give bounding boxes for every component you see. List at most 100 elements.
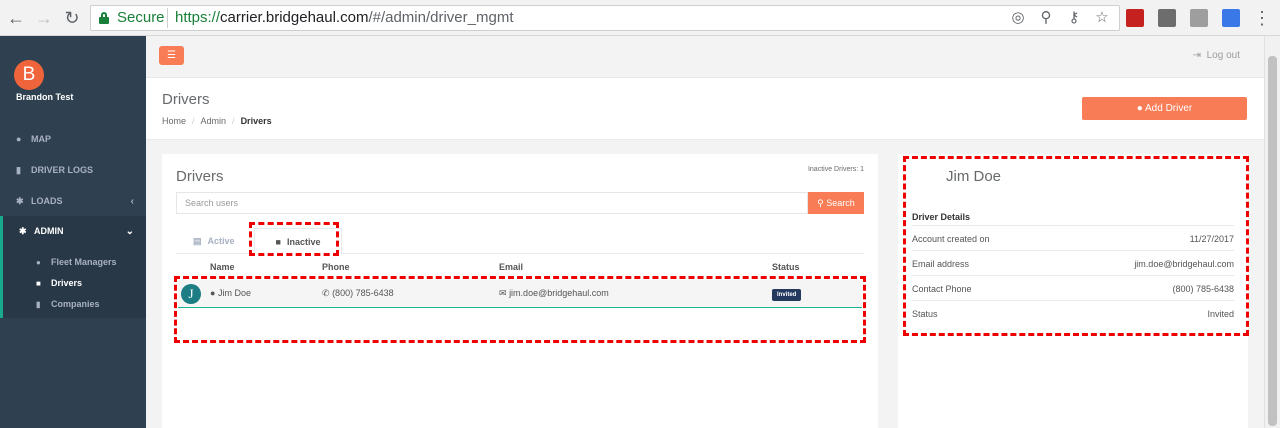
extension-icon[interactable] — [1222, 9, 1240, 27]
sidebar-item-driver-logs[interactable]: ▮ DRIVER LOGS — [0, 155, 146, 185]
sidebar-item-loads[interactable]: ✱ LOADS ‹ — [0, 186, 146, 216]
url-text[interactable]: https://carrier.bridgehaul.com/#/admin/d… — [175, 9, 514, 26]
drivers-panel-title: Drivers — [176, 168, 224, 185]
id-card-icon: ▤ — [193, 235, 202, 246]
sidebar-item-label: Drivers — [51, 278, 83, 288]
detail-row-phone: Contact Phone (800) 785-6438 — [912, 275, 1234, 300]
sidebar-item-label: LOADS — [31, 196, 63, 206]
detail-value: 11/27/2017 — [1189, 234, 1234, 244]
driver-phone: (800) 785-6438 — [332, 288, 394, 298]
id-card-icon: ■ — [36, 278, 41, 288]
column-header-email: Email — [499, 262, 524, 272]
reload-icon[interactable]: ↻ — [62, 8, 82, 28]
sidebar-item-drivers[interactable]: ■ Drivers — [36, 278, 82, 288]
avatar: J — [181, 284, 201, 304]
tab-label: Active — [207, 236, 235, 246]
key-icon[interactable]: ⚷ — [1065, 9, 1083, 27]
url-path: /#/admin/driver_mgmt — [368, 9, 514, 26]
breadcrumb-home[interactable]: Home — [162, 116, 186, 126]
detail-row-status: Status Invited — [912, 300, 1234, 325]
scroll-thumb[interactable] — [1268, 56, 1277, 426]
avatar[interactable]: B — [14, 60, 44, 90]
extension-icon[interactable] — [1158, 9, 1176, 27]
divider — [167, 8, 168, 28]
sidebar-item-fleet-managers[interactable]: ● Fleet Managers — [36, 257, 117, 267]
search-button-label: Search — [826, 198, 855, 208]
menu-icon[interactable]: ⋮ — [1252, 8, 1272, 28]
logout-link[interactable]: ⇥ Log out — [1193, 50, 1240, 61]
search-button[interactable]: ⚲ Search — [808, 192, 864, 214]
phone-icon: ✆ — [322, 288, 330, 298]
driver-phone-cell: ✆ (800) 785-6438 — [322, 288, 394, 299]
breadcrumb-separator: / — [232, 116, 235, 126]
driver-detail-name: Jim Doe — [946, 168, 1002, 185]
detail-value: jim.doe@bridgehaul.com — [1134, 259, 1234, 269]
tab-label: Inactive — [286, 236, 321, 247]
detail-key: Account created on — [912, 234, 990, 244]
breadcrumb: Home / Admin / Drivers — [162, 116, 272, 126]
user-icon: ● — [210, 288, 216, 298]
archive-icon: ■ — [275, 236, 281, 247]
sidebar-item-map[interactable]: ● MAP — [0, 124, 146, 154]
drivers-panel: Drivers Inactive Drivers: 1 ⚲ Search ▤ A… — [162, 154, 878, 428]
driver-name: Jim Doe — [217, 288, 251, 298]
lock-icon — [99, 12, 109, 24]
browser-toolbar: ← → ↻ Secure https://carrier.bridgehaul.… — [0, 0, 1280, 36]
tab-inactive[interactable]: ■ Inactive — [254, 228, 342, 255]
map-marker-icon: ● — [16, 134, 22, 144]
sidebar-item-label: ADMIN — [34, 226, 64, 236]
driver-detail-panel: Jim Doe Driver Details Account created o… — [898, 154, 1248, 428]
detail-value: Invited — [1207, 309, 1234, 319]
sign-out-icon: ⇥ — [1192, 50, 1202, 61]
search-users-input[interactable] — [176, 192, 808, 214]
driver-status-tabs: ▤ Active ■ Inactive — [176, 228, 864, 255]
driver-details-heading: Driver Details — [912, 212, 971, 222]
chevron-down-icon: ⌄ — [125, 225, 134, 237]
search-icon: ⚲ — [817, 198, 824, 208]
users-icon: ● — [36, 257, 41, 267]
forward-arrow-icon[interactable]: → — [34, 8, 54, 28]
user-icon: ● — [1136, 103, 1143, 114]
column-header-name: Name — [210, 262, 235, 272]
add-driver-button[interactable]: ● Add Driver — [1082, 97, 1247, 120]
add-driver-label: Add Driver — [1145, 103, 1193, 114]
building-icon: ▮ — [36, 299, 41, 309]
book-icon: ▮ — [16, 164, 21, 175]
column-header-phone: Phone — [322, 262, 350, 272]
logout-label: Log out — [1206, 50, 1240, 61]
sidebar-item-label: Fleet Managers — [51, 257, 117, 267]
detail-key: Email address — [912, 259, 970, 269]
tab-active[interactable]: ▤ Active — [193, 228, 237, 254]
detail-value: (800) 785-6438 — [1172, 284, 1234, 294]
url-scheme: https:// — [175, 9, 221, 26]
breadcrumb-admin[interactable]: Admin — [201, 116, 227, 126]
detail-key: Status — [912, 309, 938, 319]
driver-name-cell: ● Jim Doe — [210, 288, 251, 298]
star-icon[interactable]: ☆ — [1093, 9, 1111, 27]
zoom-icon[interactable]: ⚲ — [1037, 9, 1055, 27]
status-badge: Invited — [772, 289, 802, 301]
detail-row-email: Email address jim.doe@bridgehaul.com — [912, 250, 1234, 275]
inactive-drivers-count: Inactive Drivers: 1 — [807, 166, 864, 173]
table-row[interactable]: J ● Jim Doe ✆ (800) 785-6438 ✉ jim.doe@b… — [178, 280, 862, 308]
back-arrow-icon[interactable]: ← — [6, 8, 26, 28]
page-title: Drivers — [162, 91, 210, 108]
top-navbar: ☰ ⇥ Log out — [146, 36, 1264, 78]
column-header-status: Status — [772, 262, 800, 272]
sidebar-item-admin[interactable]: ✱ ADMIN ⌄ — [0, 216, 146, 246]
menu-toggle-button[interactable]: ☰ — [159, 46, 184, 65]
user-name[interactable]: Brandon Test — [16, 92, 73, 102]
page-heading: Drivers Home / Admin / Drivers ● Add Dri… — [146, 78, 1264, 140]
envelope-icon: ✉ — [499, 288, 507, 298]
location-target-icon[interactable]: ◎ — [1009, 9, 1027, 27]
secure-label: Secure — [117, 9, 165, 26]
extension-icon[interactable] — [1190, 9, 1208, 27]
driver-email: jim.doe@bridgehaul.com — [509, 288, 609, 298]
breadcrumb-drivers: Drivers — [240, 116, 272, 126]
admin-submenu: ● Fleet Managers ■ Drivers ▮ Companies — [0, 246, 146, 318]
sidebar-item-companies[interactable]: ▮ Companies — [36, 299, 100, 309]
page-scrollbar[interactable] — [1264, 36, 1280, 428]
pdf-extension-icon[interactable] — [1126, 9, 1144, 27]
address-bar[interactable]: Secure https://carrier.bridgehaul.com/#/… — [90, 5, 1120, 31]
gear-icon: ✱ — [19, 225, 27, 236]
